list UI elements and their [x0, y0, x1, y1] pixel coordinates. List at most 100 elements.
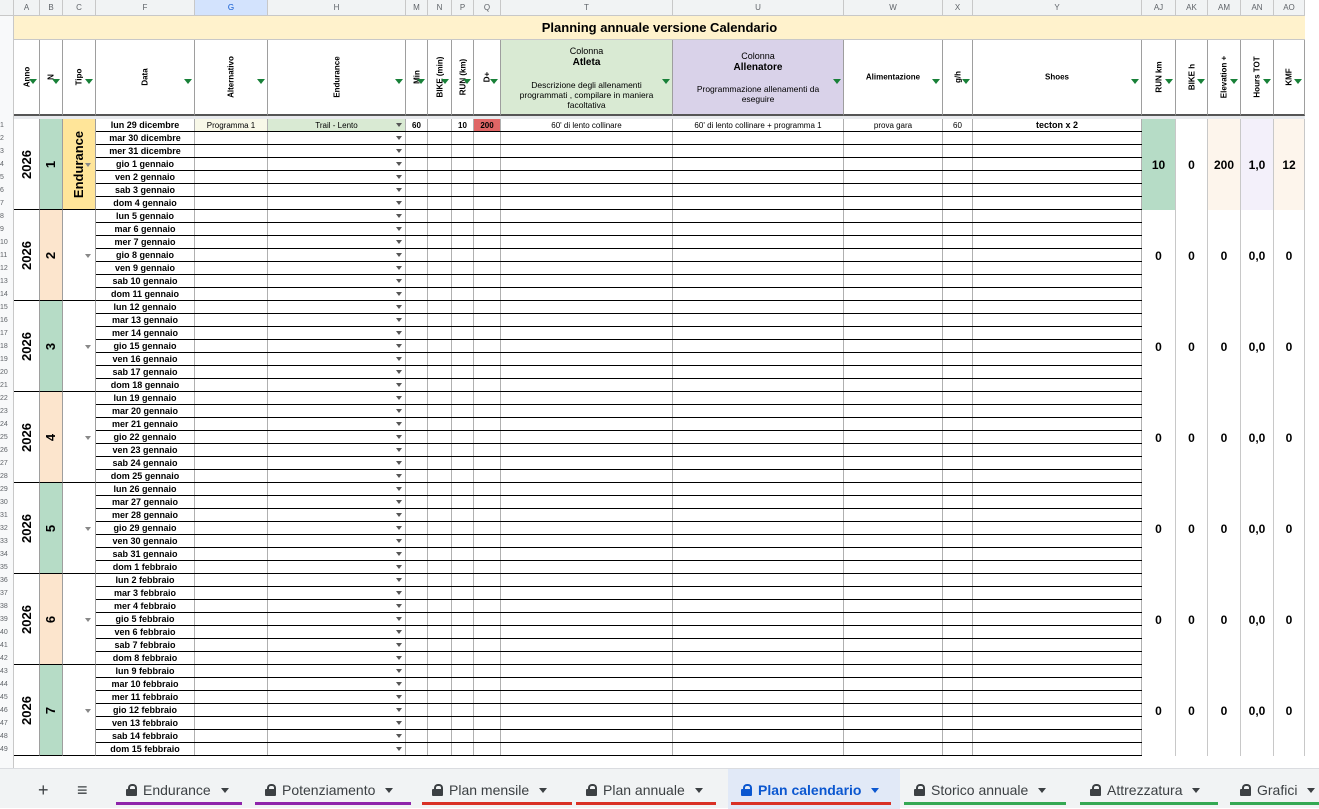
stat-run-km[interactable]: 0: [1142, 483, 1176, 574]
shoes-cell[interactable]: [973, 730, 1142, 742]
atleta-cell[interactable]: [501, 574, 673, 586]
date-cell[interactable]: dom 11 gennaio: [96, 288, 195, 300]
stat-elevation[interactable]: 0: [1208, 210, 1241, 301]
shoes-cell[interactable]: [973, 184, 1142, 196]
allenatore-cell[interactable]: [673, 262, 844, 274]
run-cell[interactable]: [452, 275, 474, 287]
run-cell[interactable]: [452, 340, 474, 352]
shoes-cell[interactable]: [973, 665, 1142, 677]
row-number[interactable]: 7: [0, 200, 14, 207]
atleta-cell[interactable]: [501, 665, 673, 677]
atleta-cell[interactable]: [501, 561, 673, 573]
header-endurance[interactable]: Endurance: [268, 40, 406, 116]
row-number[interactable]: 48: [0, 733, 14, 740]
dplus-cell[interactable]: [474, 678, 501, 690]
dropdown-arrow-icon[interactable]: [396, 695, 402, 699]
dplus-cell[interactable]: [474, 613, 501, 625]
gh-cell[interactable]: [943, 405, 973, 417]
min-cell[interactable]: [406, 561, 428, 573]
header-kmf[interactable]: KMF: [1274, 40, 1305, 116]
stat-run-km[interactable]: 0: [1142, 665, 1176, 756]
dplus-cell[interactable]: [474, 145, 501, 157]
column-letter[interactable]: P: [452, 0, 474, 16]
alternativo-cell[interactable]: [195, 678, 268, 690]
row-number[interactable]: 24: [0, 421, 14, 428]
alternativo-cell[interactable]: [195, 236, 268, 248]
gh-cell[interactable]: [943, 314, 973, 326]
dropdown-arrow-icon[interactable]: [396, 682, 402, 686]
column-letter[interactable]: Q: [474, 0, 501, 16]
min-cell[interactable]: [406, 704, 428, 716]
atleta-cell[interactable]: [501, 197, 673, 209]
row-number[interactable]: 16: [0, 317, 14, 324]
run-cell[interactable]: [452, 314, 474, 326]
atleta-cell[interactable]: [501, 379, 673, 391]
week-number-cell[interactable]: 6: [40, 574, 63, 665]
shoes-cell[interactable]: [973, 743, 1142, 755]
allenatore-cell[interactable]: [673, 171, 844, 183]
gh-cell[interactable]: [943, 145, 973, 157]
min-cell[interactable]: [406, 522, 428, 534]
dplus-cell[interactable]: [474, 730, 501, 742]
alternativo-cell[interactable]: [195, 535, 268, 547]
endurance-cell[interactable]: [268, 704, 406, 716]
gh-cell[interactable]: [943, 132, 973, 144]
alternativo-cell[interactable]: [195, 288, 268, 300]
bike-cell[interactable]: [428, 678, 452, 690]
shoes-cell[interactable]: [973, 379, 1142, 391]
gh-cell[interactable]: [943, 548, 973, 560]
dplus-cell[interactable]: [474, 392, 501, 404]
min-cell[interactable]: [406, 223, 428, 235]
date-cell[interactable]: mar 6 gennaio: [96, 223, 195, 235]
alimentazione-cell[interactable]: [844, 418, 943, 430]
dropdown-arrow-icon[interactable]: [396, 604, 402, 608]
dplus-cell[interactable]: [474, 379, 501, 391]
date-cell[interactable]: lun 19 gennaio: [96, 392, 195, 404]
alimentazione-cell[interactable]: [844, 223, 943, 235]
run-cell[interactable]: [452, 587, 474, 599]
dropdown-arrow-icon[interactable]: [396, 513, 402, 517]
gh-cell[interactable]: [943, 639, 973, 651]
shoes-cell[interactable]: [973, 262, 1142, 274]
dropdown-arrow-icon[interactable]: [396, 435, 402, 439]
run-cell[interactable]: [452, 548, 474, 560]
header-gh[interactable]: g/h: [943, 40, 973, 116]
dplus-cell[interactable]: [474, 366, 501, 378]
gh-cell[interactable]: [943, 301, 973, 313]
endurance-cell[interactable]: [268, 132, 406, 144]
dropdown-arrow-icon[interactable]: [396, 487, 402, 491]
bike-cell[interactable]: [428, 288, 452, 300]
row-number[interactable]: 46: [0, 707, 14, 714]
date-cell[interactable]: mer 4 febbraio: [96, 600, 195, 612]
stat-bike-h[interactable]: 0: [1176, 665, 1208, 756]
min-cell[interactable]: [406, 132, 428, 144]
date-cell[interactable]: sab 10 gennaio: [96, 275, 195, 287]
date-cell[interactable]: dom 15 febbraio: [96, 743, 195, 755]
dplus-cell[interactable]: [474, 353, 501, 365]
column-letter[interactable]: A: [14, 0, 40, 16]
dropdown-arrow-icon[interactable]: [396, 448, 402, 452]
alimentazione-cell[interactable]: [844, 613, 943, 625]
allenatore-cell[interactable]: [673, 197, 844, 209]
run-cell[interactable]: [452, 496, 474, 508]
dropdown-arrow-icon[interactable]: [396, 422, 402, 426]
allenatore-cell[interactable]: [673, 301, 844, 313]
alimentazione-cell[interactable]: [844, 730, 943, 742]
bike-cell[interactable]: [428, 665, 452, 677]
stat-elevation[interactable]: 0: [1208, 301, 1241, 392]
row-number[interactable]: 2: [0, 135, 14, 142]
dplus-cell[interactable]: [474, 548, 501, 560]
allenatore-cell[interactable]: [673, 314, 844, 326]
dropdown-arrow-icon[interactable]: [85, 436, 91, 440]
date-cell[interactable]: mer 28 gennaio: [96, 509, 195, 521]
gh-cell[interactable]: [943, 483, 973, 495]
allenatore-cell[interactable]: [673, 639, 844, 651]
run-cell[interactable]: [452, 327, 474, 339]
shoes-cell[interactable]: tecton x 2: [973, 119, 1142, 131]
date-cell[interactable]: sab 24 gennaio: [96, 457, 195, 469]
alternativo-cell[interactable]: [195, 301, 268, 313]
run-cell[interactable]: [452, 509, 474, 521]
dplus-cell[interactable]: [474, 743, 501, 755]
run-cell[interactable]: [452, 431, 474, 443]
week-type-cell[interactable]: [63, 392, 96, 483]
